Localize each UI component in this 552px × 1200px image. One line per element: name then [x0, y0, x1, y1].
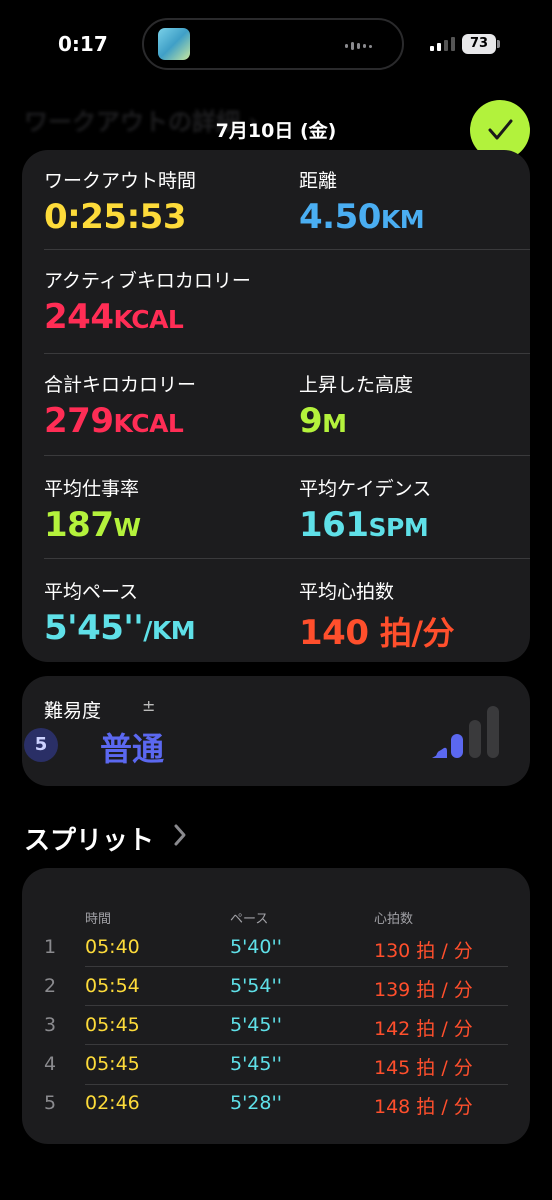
split-heart-rate: 148 拍 / 分	[374, 1096, 473, 1118]
now-playing-artwork	[158, 28, 190, 60]
stat-value: 5'45''/KM	[44, 608, 196, 648]
status-time: 0:17	[58, 32, 108, 56]
split-pace: 5'54''	[230, 975, 282, 997]
stat-elevation: 上昇した高度 9M	[299, 370, 413, 441]
table-row: 2 05:54 5'54'' 139 拍 / 分	[22, 975, 530, 1015]
stat-label: 距離	[299, 170, 338, 192]
stat-workout-time: ワークアウト時間 0:25:53	[44, 166, 196, 237]
stat-value: 244KCAL	[44, 297, 184, 337]
battery-indicator: 73	[462, 34, 496, 54]
difficulty-label: 難易度	[44, 700, 102, 722]
stat-label: 平均ケイデンス	[299, 478, 432, 500]
stat-label: 平均ペース	[44, 581, 139, 603]
split-index: 1	[44, 936, 57, 958]
stat-value: 279KCAL	[44, 401, 184, 441]
split-index: 5	[44, 1092, 57, 1114]
split-time: 05:45	[85, 1014, 140, 1036]
difficulty-text: 普通	[100, 730, 165, 768]
divider	[44, 455, 530, 456]
stat-avg-power: 平均仕事率 187W	[44, 474, 141, 545]
stat-avg-cadence: 平均ケイデンス 161SPM	[299, 474, 431, 545]
split-time: 05:45	[85, 1053, 140, 1075]
stat-label: 上昇した高度	[299, 374, 414, 396]
battery-tip	[497, 40, 500, 48]
splits-title[interactable]: スプリット	[24, 820, 154, 857]
split-pace: 5'28''	[230, 1092, 282, 1114]
stat-total-kcal: 合計キロカロリー 279KCAL	[44, 370, 196, 441]
audio-waveform-icon	[345, 42, 372, 50]
split-heart-rate: 130 拍 / 分	[374, 940, 473, 962]
stat-value: 9M	[299, 401, 347, 441]
dynamic-island[interactable]	[142, 18, 404, 70]
split-pace: 5'40''	[230, 936, 282, 958]
split-time: 05:40	[85, 936, 140, 958]
chevron-right-icon[interactable]	[172, 822, 188, 848]
divider	[44, 353, 530, 354]
split-pace: 5'45''	[230, 1014, 282, 1036]
stat-value: 140 拍/分	[299, 613, 455, 653]
divider	[85, 1044, 508, 1045]
stat-label: ワークアウト時間	[44, 170, 197, 192]
plus-minus-icon: ±	[142, 696, 156, 715]
stat-active-kcal: アクティブキロカロリー 244KCAL	[44, 266, 251, 337]
cellular-signal-icon	[430, 37, 455, 51]
stat-label: 平均心拍数	[299, 581, 395, 603]
effort-bars-icon	[432, 706, 499, 758]
table-row: 3 05:45 5'45'' 142 拍 / 分	[22, 1014, 530, 1054]
stat-value: 0:25:53	[44, 197, 186, 237]
split-time: 02:46	[85, 1092, 140, 1114]
split-index: 3	[44, 1014, 57, 1036]
split-pace: 5'45''	[230, 1053, 282, 1075]
stat-avg-heart-rate: 平均心拍数 140 拍/分	[299, 577, 455, 654]
col-header-pace: ペース	[230, 912, 269, 927]
stat-value: 4.50KM	[299, 197, 425, 237]
stat-label: 平均仕事率	[44, 478, 140, 500]
table-row: 1 05:40 5'40'' 130 拍 / 分	[22, 936, 530, 976]
table-row: 4 05:45 5'45'' 145 拍 / 分	[22, 1053, 530, 1093]
divider	[44, 558, 530, 559]
divider	[85, 966, 508, 967]
workout-stats-card: ワークアウト時間 0:25:53 距離 4.50KM アクティブキロカロリー 2…	[22, 150, 530, 662]
difficulty-level-badge: 5	[24, 728, 58, 762]
checkmark-icon	[488, 119, 513, 140]
divider	[44, 249, 530, 250]
divider	[85, 1084, 508, 1085]
split-index: 4	[44, 1053, 57, 1075]
stat-label: アクティブキロカロリー	[44, 270, 251, 292]
col-header-hr: 心拍数	[374, 912, 414, 927]
split-heart-rate: 142 拍 / 分	[374, 1018, 473, 1040]
split-time: 05:54	[85, 975, 140, 997]
stat-label: 合計キロカロリー	[44, 374, 197, 396]
split-index: 2	[44, 975, 57, 997]
divider	[85, 1005, 508, 1006]
stat-distance: 距離 4.50KM	[299, 166, 425, 237]
table-row: 5 02:46 5'28'' 148 拍 / 分	[22, 1092, 530, 1132]
split-heart-rate: 139 拍 / 分	[374, 979, 473, 1001]
stat-value: 187W	[44, 505, 141, 545]
split-heart-rate: 145 拍 / 分	[374, 1057, 473, 1079]
stat-value: 161SPM	[299, 505, 429, 545]
col-header-time: 時間	[85, 912, 112, 927]
stat-avg-pace: 平均ペース 5'45''/KM	[44, 577, 196, 648]
